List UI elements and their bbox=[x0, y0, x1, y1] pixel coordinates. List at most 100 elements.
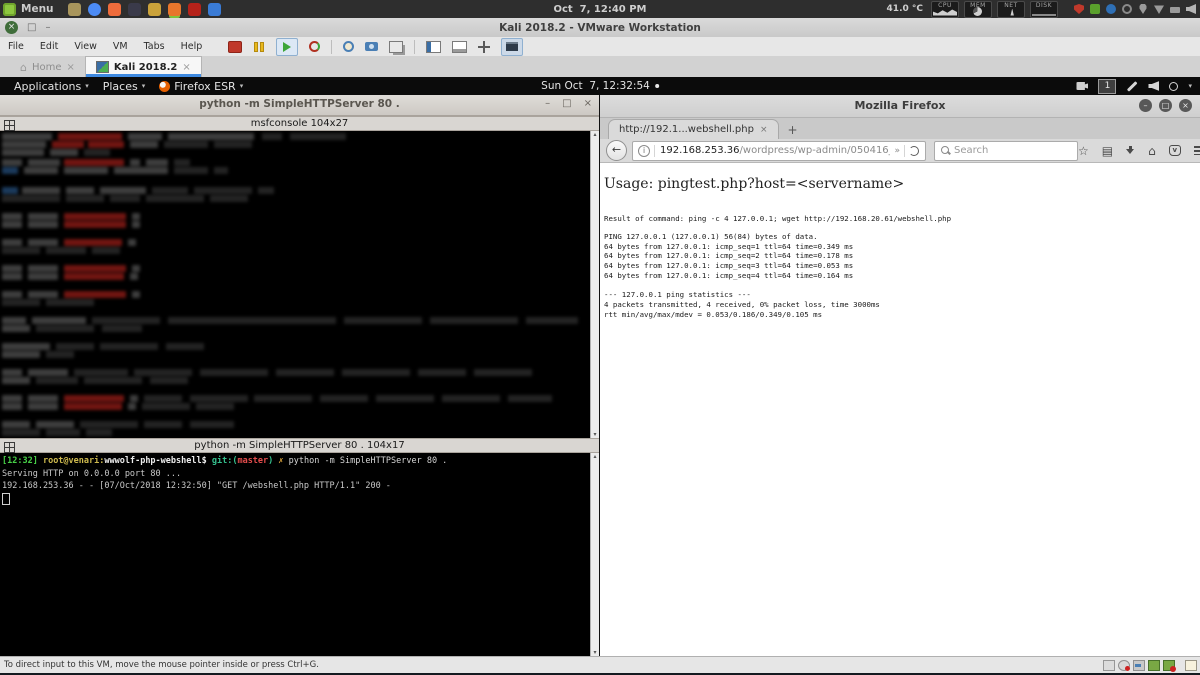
show-thumbnail-bar-icon[interactable] bbox=[452, 41, 467, 53]
firefox-app-menu[interactable]: Firefox ESR ▾ bbox=[159, 80, 243, 93]
power-off-icon[interactable] bbox=[228, 41, 242, 53]
pane1-scrollbar[interactable]: ▴ ▾ bbox=[590, 131, 599, 438]
monitor-disk[interactable]: DISK bbox=[1030, 1, 1058, 18]
back-button[interactable]: ← bbox=[606, 140, 627, 161]
new-tab-button[interactable]: + bbox=[788, 123, 798, 139]
menu-tabs[interactable]: Tabs bbox=[136, 41, 173, 52]
tmux-pane1-header[interactable]: msfconsole 104x27 bbox=[0, 116, 599, 131]
chrome-icon[interactable] bbox=[88, 3, 101, 16]
package-manager-icon[interactable] bbox=[188, 3, 201, 16]
search-input[interactable] bbox=[950, 145, 1077, 156]
firefox-close-button[interactable]: × bbox=[1179, 99, 1192, 112]
scroll-down-icon[interactable]: ▾ bbox=[591, 649, 599, 656]
finance-app-icon[interactable] bbox=[148, 3, 161, 16]
pen-icon[interactable] bbox=[1127, 81, 1137, 91]
take-snapshot-icon[interactable] bbox=[365, 42, 378, 51]
harddisk-icon[interactable] bbox=[1103, 660, 1115, 671]
temperature-indicator: 41.0 °C bbox=[887, 4, 923, 14]
show-library-icon[interactable] bbox=[426, 41, 441, 53]
firefox-maximize-button[interactable]: □ bbox=[1159, 99, 1172, 112]
pocket-icon[interactable]: v bbox=[1169, 145, 1181, 156]
network-adapter-icon[interactable] bbox=[1148, 660, 1160, 671]
scroll-up-icon[interactable]: ▴ bbox=[591, 131, 599, 138]
usb-device-icon[interactable] bbox=[1133, 660, 1145, 671]
menu-file[interactable]: File bbox=[0, 41, 32, 52]
network-adapter2-icon[interactable] bbox=[1163, 660, 1175, 671]
snapshot-manager-icon[interactable] bbox=[389, 41, 403, 53]
vmware-icon[interactable] bbox=[168, 3, 181, 16]
software-update-icon[interactable] bbox=[1090, 4, 1100, 14]
fullscreen-icon[interactable] bbox=[478, 41, 490, 53]
battery-icon[interactable] bbox=[1170, 7, 1180, 13]
reload-icon[interactable] bbox=[909, 146, 919, 156]
window-maximize-button[interactable]: □ bbox=[27, 22, 36, 33]
color-picker-icon[interactable] bbox=[128, 3, 141, 16]
rambox-icon[interactable] bbox=[108, 3, 121, 16]
page-action-icon[interactable]: » bbox=[890, 146, 904, 156]
applications-menu[interactable]: Applications ▾ bbox=[14, 80, 89, 93]
terminal-titlebar[interactable]: python -m SimpleHTTPServer 80 . – □ × bbox=[0, 95, 599, 116]
search-bar[interactable] bbox=[934, 141, 1078, 161]
vm-tab-kali-2018-2[interactable]: Kali 2018.2× bbox=[85, 56, 202, 77]
msfconsole-pane[interactable]: ▴ ▾ bbox=[0, 131, 599, 438]
volume-icon[interactable] bbox=[1148, 81, 1159, 91]
menu-edit[interactable]: Edit bbox=[32, 41, 66, 52]
places-menu[interactable]: Places ▾ bbox=[103, 80, 146, 93]
terminal-close-button[interactable]: × bbox=[584, 98, 592, 109]
url-text[interactable]: 192.168.253.36/wordpress/wp-admin/050416… bbox=[655, 145, 890, 156]
monitor-net[interactable]: NET bbox=[997, 1, 1025, 18]
firefox-menu-label: Firefox ESR bbox=[174, 80, 235, 93]
volume-icon[interactable] bbox=[1186, 4, 1196, 14]
site-info-icon[interactable]: i bbox=[638, 145, 650, 157]
power-icon[interactable] bbox=[1169, 82, 1178, 91]
downloads-icon[interactable] bbox=[1126, 146, 1135, 156]
window-minimize-button[interactable]: – bbox=[45, 22, 50, 33]
http-server-pane[interactable]: [12:32] root@venari:wwwolf-php-webshell$… bbox=[0, 453, 599, 656]
location-icon[interactable] bbox=[1138, 4, 1148, 14]
tmux-pane2-header[interactable]: python -m SimpleHTTPServer 80 . 104x17 bbox=[0, 438, 599, 453]
monitor-cpu[interactable]: CPU bbox=[931, 1, 959, 18]
firefox-minimize-button[interactable]: – bbox=[1139, 99, 1152, 112]
cdrom-icon[interactable] bbox=[1118, 660, 1130, 671]
bookmarks-menu-icon[interactable]: ▤ bbox=[1102, 145, 1113, 157]
url-bar[interactable]: i 192.168.253.36/wordpress/wp-admin/0504… bbox=[632, 141, 926, 161]
power-on-button[interactable] bbox=[276, 38, 298, 56]
menu-vm[interactable]: VM bbox=[105, 41, 136, 52]
message-log-icon[interactable] bbox=[1185, 660, 1197, 671]
mail-app-icon[interactable] bbox=[208, 3, 221, 16]
pane2-scrollbar[interactable]: ▴ ▾ bbox=[590, 453, 599, 656]
terminal-maximize-button[interactable]: □ bbox=[562, 98, 571, 109]
files-icon[interactable] bbox=[68, 3, 81, 16]
reset-icon[interactable] bbox=[309, 41, 320, 52]
menu-help[interactable]: Help bbox=[173, 41, 211, 52]
close-icon[interactable]: × bbox=[67, 62, 75, 73]
window-close-button[interactable]: × bbox=[5, 21, 18, 34]
bluetooth-icon[interactable] bbox=[1106, 4, 1116, 14]
kali-clock[interactable]: Sun Oct 7, 12:32:54 bbox=[541, 80, 659, 92]
snapshot-clock-icon[interactable] bbox=[343, 41, 354, 52]
menu-view[interactable]: View bbox=[66, 41, 105, 52]
shield-icon[interactable] bbox=[1074, 4, 1084, 14]
terminal-minimize-button[interactable]: – bbox=[545, 98, 550, 109]
close-icon[interactable]: × bbox=[182, 62, 190, 73]
scroll-up-icon[interactable]: ▴ bbox=[591, 453, 599, 460]
vm-tab-home[interactable]: ⌂Home× bbox=[10, 57, 85, 77]
scroll-down-icon[interactable]: ▾ bbox=[591, 431, 599, 438]
chevron-down-icon[interactable]: ▾ bbox=[1188, 82, 1192, 90]
browser-tab[interactable]: http://192.1...webshell.php × bbox=[608, 119, 779, 139]
hamburger-menu-icon[interactable] bbox=[1194, 146, 1200, 155]
tab-close-icon[interactable]: × bbox=[760, 125, 768, 135]
monitor-mem[interactable]: MEM bbox=[964, 1, 992, 18]
host-clock[interactable]: Oct 7, 12:40 PM bbox=[553, 4, 646, 15]
workspace-indicator[interactable]: 1 bbox=[1098, 79, 1116, 94]
firefox-titlebar[interactable]: Mozilla Firefox – □ × bbox=[600, 95, 1200, 118]
sync-icon[interactable] bbox=[1122, 4, 1132, 14]
home-icon[interactable]: ⌂ bbox=[1148, 145, 1156, 157]
console-view-button[interactable] bbox=[501, 38, 523, 56]
bookmark-star-icon[interactable]: ☆ bbox=[1078, 145, 1089, 157]
suspend-icon[interactable] bbox=[253, 42, 265, 52]
wifi-icon[interactable] bbox=[1154, 4, 1164, 14]
mint-menu-icon[interactable] bbox=[3, 3, 16, 16]
camera-icon[interactable] bbox=[1076, 82, 1088, 90]
host-menu-button[interactable]: Menu bbox=[21, 3, 54, 15]
